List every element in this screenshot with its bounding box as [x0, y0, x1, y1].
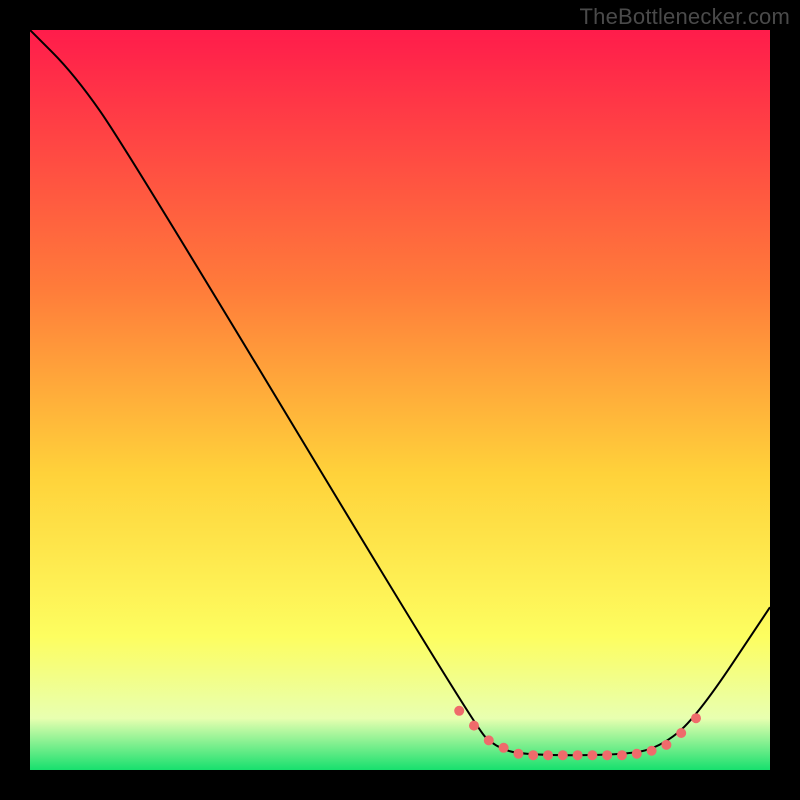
marker-dot: [691, 713, 701, 723]
marker-dot: [647, 746, 657, 756]
chart-container: TheBottlenecker.com: [0, 0, 800, 800]
marker-dot: [469, 721, 479, 731]
marker-dot: [513, 749, 523, 759]
attribution-label: TheBottlenecker.com: [580, 4, 790, 30]
marker-dot: [587, 750, 597, 760]
marker-dot: [617, 750, 627, 760]
marker-dot: [528, 750, 538, 760]
marker-dot: [499, 743, 509, 753]
marker-dot: [558, 750, 568, 760]
chart-svg: [30, 30, 770, 770]
marker-dot: [661, 740, 671, 750]
marker-dot: [543, 750, 553, 760]
gradient-background: [30, 30, 770, 770]
marker-dot: [632, 749, 642, 759]
marker-dot: [602, 750, 612, 760]
marker-dot: [676, 728, 686, 738]
marker-dot: [573, 750, 583, 760]
plot-area: [30, 30, 770, 770]
marker-dot: [484, 735, 494, 745]
marker-dot: [454, 706, 464, 716]
